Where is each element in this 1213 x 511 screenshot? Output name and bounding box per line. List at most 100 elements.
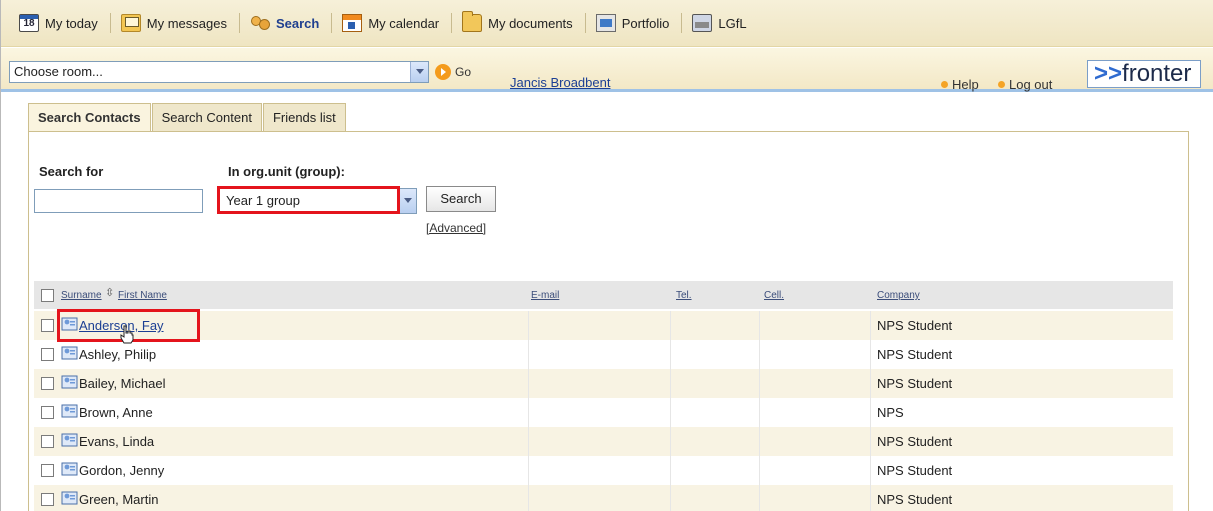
nav-my-messages-label: My messages bbox=[146, 15, 227, 31]
nav-divider bbox=[109, 13, 111, 33]
tab-search-content[interactable]: Search Content bbox=[151, 103, 262, 131]
nav-divider bbox=[451, 13, 453, 33]
sort-icon: ⇳ bbox=[105, 287, 115, 299]
go-arrow-icon bbox=[435, 64, 451, 80]
bullet-icon bbox=[941, 81, 948, 88]
contact-company: NPS bbox=[877, 405, 904, 420]
row-checkbox[interactable] bbox=[41, 493, 54, 506]
table-row[interactable]: Evans, Linda NPS Student bbox=[34, 427, 1173, 456]
contact-name-link[interactable]: Green, Martin bbox=[79, 492, 158, 507]
contact-company: NPS Student bbox=[877, 376, 953, 391]
contact-card-icon bbox=[61, 404, 78, 418]
user-name-link[interactable]: Jancis Broadbent bbox=[510, 75, 610, 90]
tab-friends-list[interactable]: Friends list bbox=[262, 103, 346, 131]
nav-divider bbox=[238, 13, 240, 33]
today-date-number: 18 bbox=[23, 18, 35, 29]
contact-name-link[interactable]: Bailey, Michael bbox=[79, 376, 165, 391]
logout-link[interactable]: Log out bbox=[998, 77, 1052, 92]
tab-search-contacts[interactable]: Search Contacts bbox=[28, 103, 151, 132]
sort-surname[interactable]: Surname bbox=[61, 290, 102, 301]
table-row[interactable]: Ashley, Philip NPS Student bbox=[34, 340, 1173, 369]
row-checkbox[interactable] bbox=[41, 435, 54, 448]
contact-card-icon bbox=[61, 375, 78, 389]
logo-arrows: >> bbox=[1094, 60, 1123, 87]
help-label: Help bbox=[952, 77, 979, 92]
row-checkbox[interactable] bbox=[41, 464, 54, 477]
contact-name-link[interactable]: Ashley, Philip bbox=[79, 347, 156, 362]
top-navigation: 18 My today My messages Search My calend… bbox=[1, 0, 1213, 47]
nav-portfolio[interactable]: Portfolio bbox=[590, 11, 680, 35]
contact-name-link[interactable]: Evans, Linda bbox=[79, 434, 154, 449]
sort-email[interactable]: E-mail bbox=[531, 290, 559, 301]
nav-my-calendar-label: My calendar bbox=[368, 15, 440, 31]
select-all-checkbox[interactable] bbox=[41, 289, 54, 302]
nav-portfolio-label: Portfolio bbox=[621, 15, 670, 31]
help-link[interactable]: Help bbox=[941, 77, 979, 92]
nav-lgfl-label: LGfL bbox=[718, 15, 747, 31]
nav-search-label: Search bbox=[275, 15, 320, 31]
nav-divider bbox=[681, 13, 683, 33]
contact-card-icon bbox=[61, 346, 78, 360]
calendar-icon bbox=[342, 14, 363, 32]
nav-my-documents[interactable]: My documents bbox=[456, 11, 583, 35]
room-toolbar: Choose room... Go Jancis Broadbent Help … bbox=[1, 48, 1213, 92]
column-divider bbox=[759, 311, 760, 511]
contact-company: NPS Student bbox=[877, 434, 953, 449]
logout-label: Log out bbox=[1009, 77, 1053, 92]
search-tabs: Search Contacts Search Content Friends l… bbox=[28, 103, 347, 132]
contact-company: NPS Student bbox=[877, 318, 953, 333]
contact-name-link[interactable]: Gordon, Jenny bbox=[79, 463, 164, 478]
go-button-label: Go bbox=[455, 65, 472, 79]
search-input[interactable] bbox=[34, 189, 203, 213]
column-divider bbox=[670, 311, 671, 511]
table-row[interactable]: Brown, Anne NPS bbox=[34, 398, 1173, 427]
org-unit-label: In org.unit (group): bbox=[228, 164, 345, 179]
app-window: 18 My today My messages Search My calend… bbox=[0, 0, 1213, 511]
column-divider bbox=[870, 311, 871, 511]
go-button[interactable]: Go bbox=[435, 60, 471, 84]
row-checkbox[interactable] bbox=[41, 377, 54, 390]
row-checkbox[interactable] bbox=[41, 319, 54, 332]
contact-card-icon bbox=[61, 433, 78, 447]
room-select[interactable]: Choose room... bbox=[9, 61, 429, 83]
portfolio-icon bbox=[595, 14, 616, 32]
hand-cursor-icon bbox=[120, 325, 134, 344]
column-divider bbox=[528, 311, 529, 511]
contact-card-icon bbox=[61, 491, 78, 505]
search-people-icon bbox=[250, 14, 270, 32]
search-button[interactable]: Search bbox=[426, 186, 496, 212]
org-unit-select[interactable]: Year 1 group bbox=[219, 188, 417, 214]
nav-my-today-label: My today bbox=[45, 15, 98, 31]
chevron-down-icon[interactable] bbox=[398, 189, 416, 213]
table-row[interactable]: Gordon, Jenny NPS Student bbox=[34, 456, 1173, 485]
chevron-down-icon[interactable] bbox=[410, 62, 428, 82]
row-checkbox[interactable] bbox=[41, 406, 54, 419]
nav-lgfl[interactable]: LGfL bbox=[686, 11, 756, 35]
sort-company[interactable]: Company bbox=[877, 290, 920, 301]
contact-company: NPS Student bbox=[877, 492, 953, 507]
room-select-value: Choose room... bbox=[14, 64, 103, 79]
contact-name-link[interactable]: Brown, Anne bbox=[79, 405, 153, 420]
advanced-search-link[interactable]: [Advanced] bbox=[426, 221, 486, 235]
sort-first-name[interactable]: First Name bbox=[118, 290, 167, 301]
folder-icon bbox=[462, 11, 483, 32]
search-for-label: Search for bbox=[39, 164, 104, 179]
nav-my-today[interactable]: 18 My today bbox=[13, 11, 108, 35]
table-row[interactable]: Bailey, Michael NPS Student bbox=[34, 369, 1173, 398]
sort-tel[interactable]: Tel. bbox=[676, 290, 692, 301]
sort-cell[interactable]: Cell. bbox=[764, 290, 784, 301]
calendar-day-icon: 18 bbox=[19, 14, 39, 32]
messages-icon bbox=[120, 14, 141, 32]
contact-card-icon bbox=[61, 462, 78, 476]
table-row[interactable]: Anderson, Fay NPS Student bbox=[34, 311, 1173, 340]
bullet-icon bbox=[998, 81, 1005, 88]
nav-my-documents-label: My documents bbox=[488, 15, 573, 31]
org-unit-value: Year 1 group bbox=[226, 193, 300, 208]
fronter-logo: >>fronter bbox=[1087, 60, 1201, 88]
row-checkbox[interactable] bbox=[41, 348, 54, 361]
nav-my-calendar[interactable]: My calendar bbox=[336, 11, 449, 35]
logo-text: fronter bbox=[1122, 60, 1192, 87]
nav-my-messages[interactable]: My messages bbox=[115, 11, 237, 35]
table-row[interactable]: Green, Martin NPS Student bbox=[34, 485, 1173, 511]
nav-search[interactable]: Search bbox=[244, 11, 329, 35]
